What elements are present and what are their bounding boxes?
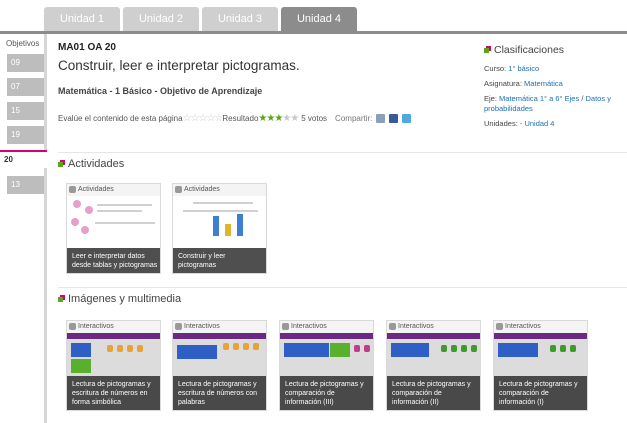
- unidades-label: Unidades:: [484, 119, 518, 128]
- curso-row: Curso: 1° básico: [484, 64, 624, 74]
- result-stars-icon: ★★★: [258, 113, 283, 124]
- tab-unidad-4[interactable]: Unidad 4: [281, 7, 357, 32]
- card-tag: Actividades: [67, 184, 160, 196]
- asignatura-link[interactable]: Matemática: [524, 79, 563, 88]
- unidades-row: Unidades: - Unidad 4: [484, 119, 624, 129]
- divider-actividades: [58, 152, 627, 153]
- twitter-icon[interactable]: [402, 114, 412, 123]
- hand-pointer-icon: [69, 323, 76, 330]
- unit-tabs: Unidad 1 Unidad 2 Unidad 3 Unidad 4: [44, 7, 357, 32]
- tab-unidad-3[interactable]: Unidad 3: [202, 7, 278, 32]
- actividades-heading: Actividades: [58, 158, 124, 170]
- activity-card[interactable]: Actividades Leer e interpretar datos des…: [66, 183, 161, 274]
- activity-icon: [175, 186, 182, 193]
- rating-prompt: Evalúe el contenido de esta página: [58, 114, 183, 123]
- multimedia-title: Imágenes y multimedia: [68, 293, 182, 305]
- card-tag-label: Interactivos: [78, 323, 114, 330]
- objective-item-09[interactable]: 09: [7, 54, 44, 72]
- eje-label: Eje:: [484, 94, 497, 103]
- objective-item-07[interactable]: 07: [7, 78, 44, 96]
- actividades-title: Actividades: [68, 158, 125, 170]
- objective-item-13[interactable]: 13: [7, 176, 44, 194]
- tab-unidad-2[interactable]: Unidad 2: [123, 7, 199, 32]
- objectives-title: Objetivos: [6, 39, 40, 48]
- card-caption: Lectura de pictogramas y escritura de nú…: [67, 376, 160, 410]
- activity-icon: [69, 186, 76, 193]
- rating-result-label: Resultado: [222, 114, 259, 123]
- classifications-title: Clasificaciones: [494, 44, 565, 56]
- objective-item-15[interactable]: 15: [7, 102, 44, 120]
- card-tag: Interactivos: [494, 321, 587, 333]
- card-tag-label: Interactivos: [291, 323, 327, 330]
- votes-count: 5 votos: [301, 114, 328, 123]
- rate-stars[interactable]: ☆☆☆☆☆: [183, 113, 224, 124]
- card-tag: Interactivos: [173, 321, 266, 333]
- objectives-sidebar: Objetivos 09 07 15 19 20 13: [0, 34, 47, 423]
- card-caption: Construir y leer pictogramas: [173, 248, 266, 273]
- card-tag: Interactivos: [67, 321, 160, 333]
- card-caption: Lectura de pictogramas y comparación de …: [387, 376, 480, 410]
- multimedia-heading: Imágenes y multimedia: [58, 293, 181, 305]
- card-caption: Lectura de pictogramas y escritura de nú…: [173, 376, 266, 410]
- sidebar-divider: [44, 34, 47, 423]
- unidades-link[interactable]: - Unidad 4: [520, 119, 555, 128]
- top-bar: Unidad 1 Unidad 2 Unidad 3 Unidad 4: [0, 0, 627, 34]
- curso-label: Curso:: [484, 64, 507, 73]
- card-caption: Lectura de pictogramas y comparación de …: [280, 376, 373, 410]
- section-bullet-icon: [484, 47, 489, 53]
- interactive-card[interactable]: Interactivos Lectura de pictogramas y co…: [493, 320, 588, 411]
- interactive-card[interactable]: Interactivos Lectura de pictogramas y es…: [172, 320, 267, 411]
- eje-link-1[interactable]: Matemática 1° a 6° Ejes: [499, 94, 579, 103]
- interactive-card[interactable]: Interactivos Lectura de pictogramas y co…: [279, 320, 374, 411]
- hand-pointer-icon: [282, 323, 289, 330]
- classifications-heading: Clasificaciones: [484, 44, 624, 56]
- card-tag-label: Interactivos: [398, 323, 434, 330]
- classifications-panel: Clasificaciones Curso: 1° básico Asignat…: [484, 44, 624, 134]
- hand-pointer-icon: [496, 323, 503, 330]
- rating-bar: Evalúe el contenido de esta página ☆☆☆☆☆…: [58, 113, 412, 124]
- activity-card[interactable]: Actividades Construir y leer pictogramas: [172, 183, 267, 274]
- objective-code: MA01 OA 20: [58, 42, 116, 53]
- email-share-icon[interactable]: [376, 114, 386, 123]
- divider-multimedia: [58, 287, 627, 288]
- card-tag-label: Actividades: [184, 186, 220, 193]
- facebook-icon[interactable]: [389, 114, 399, 123]
- section-bullet-icon: [58, 161, 63, 167]
- card-caption: Lectura de pictogramas y comparación de …: [494, 376, 587, 410]
- eje-row: Eje: Matemática 1° a 6° Ejes / Datos y p…: [484, 94, 624, 114]
- curso-link[interactable]: 1° básico: [508, 64, 539, 73]
- asignatura-row: Asignatura: Matemática: [484, 79, 624, 89]
- card-tag: Interactivos: [387, 321, 480, 333]
- section-bullet-icon: [58, 296, 63, 302]
- hand-pointer-icon: [175, 323, 182, 330]
- subject-line: Matemática - 1 Básico - Objetivo de Apre…: [58, 86, 263, 96]
- interactive-card[interactable]: Interactivos Lectura de pictogramas y co…: [386, 320, 481, 411]
- hand-pointer-icon: [389, 323, 396, 330]
- objective-item-19[interactable]: 19: [7, 126, 44, 144]
- interactive-card[interactable]: Interactivos Lectura de pictogramas y es…: [66, 320, 161, 411]
- tab-unidad-1[interactable]: Unidad 1: [44, 7, 120, 32]
- tab-underline: [0, 31, 627, 34]
- card-tag: Interactivos: [280, 321, 373, 333]
- page-title: Construir, leer e interpretar pictograma…: [58, 58, 300, 73]
- share-label: Compartir:: [335, 114, 373, 123]
- asignatura-label: Asignatura:: [484, 79, 522, 88]
- card-tag: Actividades: [173, 184, 266, 196]
- card-tag-label: Actividades: [78, 186, 114, 193]
- eje-separator: /: [581, 94, 584, 103]
- card-caption: Leer e interpretar datos desde tablas y …: [67, 248, 160, 273]
- card-tag-label: Interactivos: [184, 323, 220, 330]
- objective-item-20[interactable]: 20: [0, 150, 47, 168]
- card-tag-label: Interactivos: [505, 323, 541, 330]
- result-stars-empty-icon: ★★: [282, 113, 299, 124]
